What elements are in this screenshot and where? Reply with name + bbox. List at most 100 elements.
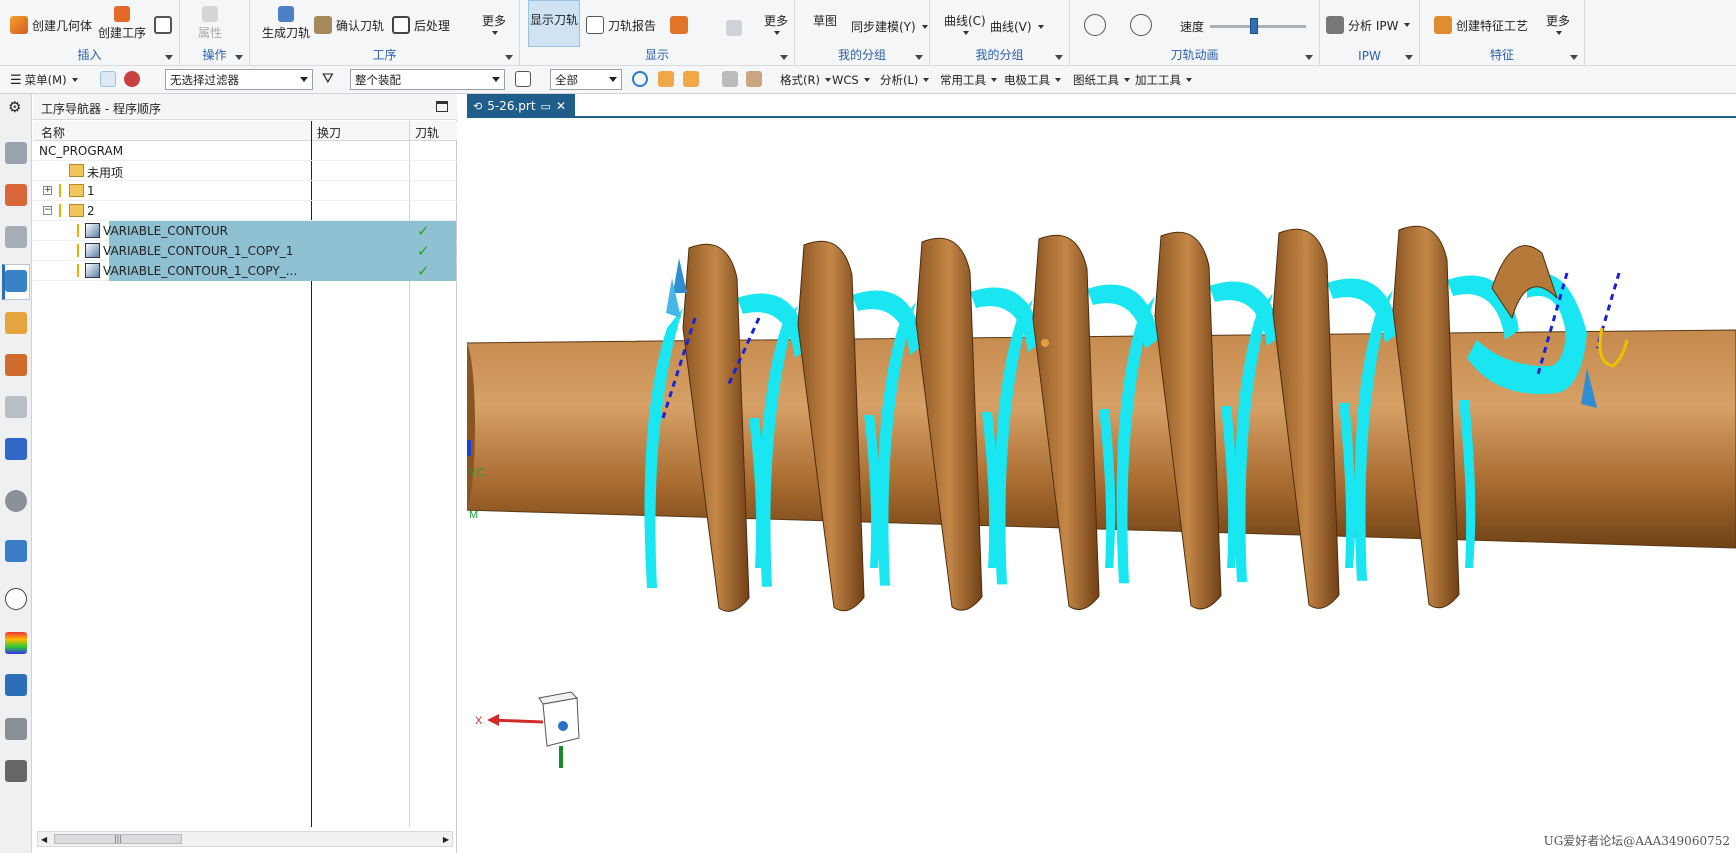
menu-6[interactable]: 加工工具 <box>1135 70 1192 90</box>
hd3d-icon[interactable] <box>5 396 27 418</box>
part-navigator-icon[interactable] <box>5 142 27 164</box>
sync-modeling-button[interactable]: 同步建模(Y) <box>851 18 928 35</box>
expand-icon[interactable]: + <box>43 186 52 195</box>
scroll-right-icon[interactable]: ▶ <box>443 835 449 844</box>
snap-end-icon[interactable] <box>658 71 674 87</box>
tool-icon[interactable] <box>670 16 688 34</box>
select-mode-icon[interactable] <box>100 71 116 87</box>
assembly-filter-select[interactable]: 整个装配 <box>350 69 505 90</box>
chevron-down-icon[interactable] <box>165 55 173 60</box>
horizontal-scrollbar[interactable]: ◀ ||| ▶ <box>37 831 453 847</box>
operation-navigator-icon[interactable] <box>5 270 27 292</box>
palette-icon[interactable] <box>5 632 27 654</box>
system-materials-icon[interactable] <box>5 540 27 562</box>
ribbon-group-procedure: 生成刀轨 确认刀轨 后处理 更多 工序 <box>250 0 520 66</box>
clock-icon[interactable] <box>5 588 27 610</box>
arrow-down-icon[interactable] <box>726 20 742 36</box>
chevron-down-icon[interactable] <box>235 55 243 60</box>
constraint-navigator-icon[interactable] <box>5 226 27 248</box>
program-group-icon <box>69 184 84 197</box>
chevron-down-icon[interactable] <box>1405 55 1413 60</box>
report-icon <box>586 16 604 34</box>
manufacturing-wizard-icon[interactable] <box>5 718 27 740</box>
procedure-more-button[interactable]: 更多 <box>482 12 506 35</box>
navigator-title: 工序导航器 - 程序顺序 <box>33 94 457 120</box>
tree-row[interactable]: +1 <box>33 181 457 201</box>
operation-row[interactable]: VARIABLE_CONTOUR_1_COPY_... ✓ <box>33 261 457 281</box>
generate-toolpath-button[interactable]: 生成刀轨 <box>262 6 310 41</box>
type-filter-select[interactable]: 无选择过滤器 <box>165 69 313 90</box>
column-toolpath[interactable]: 刀轨 <box>415 124 439 141</box>
display-more-button[interactable]: 更多 <box>764 12 788 35</box>
create-geometry-icon <box>10 16 28 34</box>
analyze-ipw-button[interactable]: 分析 IPW <box>1326 16 1411 34</box>
close-icon[interactable]: ✕ <box>556 99 566 113</box>
snap-mid-icon[interactable] <box>683 71 699 87</box>
tree-row[interactable]: 未用项 <box>33 161 457 181</box>
reuse-library-icon[interactable] <box>5 354 27 376</box>
menu-1[interactable]: WCS <box>832 70 870 90</box>
collapse-icon[interactable]: − <box>43 206 52 215</box>
maximize-icon[interactable] <box>436 101 448 112</box>
selection-settings-icon[interactable] <box>124 71 140 87</box>
speed-slider-track[interactable] <box>1210 18 1306 34</box>
gear-icon[interactable]: ⚙ <box>8 98 21 116</box>
chevron-down-icon[interactable] <box>780 55 788 60</box>
chevron-down-icon[interactable] <box>1305 55 1313 60</box>
properties-button[interactable]: 属性 <box>198 6 222 41</box>
create-geometry-button[interactable]: 创建几何体 <box>10 16 92 34</box>
sketch-button[interactable]: 草图 <box>813 12 837 29</box>
step-forward-icon[interactable] <box>1130 14 1152 36</box>
tree-row[interactable]: NC_PROGRAM <box>33 141 457 161</box>
menu-4[interactable]: 电极工具 <box>1004 70 1061 90</box>
chevron-down-icon <box>492 31 498 35</box>
column-tool-change[interactable]: 换刀 <box>317 124 341 141</box>
snap-point-icon[interactable] <box>632 71 648 87</box>
process-studio-icon[interactable] <box>5 674 27 696</box>
menu-5[interactable]: 图纸工具 <box>1073 70 1130 90</box>
feature-more-button[interactable]: 更多 <box>1546 12 1570 35</box>
verify-icon <box>314 16 332 34</box>
column-name[interactable]: 名称 <box>41 124 65 141</box>
menu-3[interactable]: 常用工具 <box>940 70 997 90</box>
create-feature-process-button[interactable]: 创建特征工艺 <box>1434 16 1528 34</box>
nx-cam-window: 创建几何体 创建工序 插入 属性 操作 生成刀轨 确认刀轨 后处理 更多 工序 … <box>0 0 1736 853</box>
operation-row[interactable]: VARIABLE_CONTOUR_1_COPY_1 ✓ <box>33 241 457 261</box>
operation-row[interactable]: VARIABLE_CONTOUR ✓ <box>33 221 457 241</box>
create-operation-button[interactable]: 创建工序 <box>98 6 146 41</box>
chevron-down-icon[interactable] <box>1570 55 1578 60</box>
menu-0[interactable]: 格式(R) <box>780 70 831 90</box>
speed-slider-thumb[interactable] <box>1250 18 1258 34</box>
document-tab[interactable]: ⟲ 5-26.prt ▭ ✕ <box>467 94 575 118</box>
scope-select[interactable]: 全部 <box>550 69 622 90</box>
web-browser-icon[interactable] <box>5 438 27 460</box>
graphics-window[interactable]: YC M X UG爱好者论坛@AAA349060752 <box>467 118 1736 853</box>
ribbon-group-animation: 速度 刀轨动画 <box>1070 0 1320 66</box>
machine-tool-icon[interactable] <box>5 312 27 334</box>
menu-button[interactable]: ☰ 菜单(M) <box>10 70 78 90</box>
view-cube-icon[interactable] <box>722 71 738 87</box>
create-operation-icon <box>114 6 130 22</box>
history-icon[interactable] <box>5 490 27 512</box>
program-icon[interactable] <box>154 16 172 34</box>
postprocess-button[interactable]: 后处理 <box>392 16 450 34</box>
curve-v-button[interactable]: 曲线(V) <box>990 18 1044 35</box>
scroll-left-icon[interactable]: ◀ <box>41 835 47 844</box>
chevron-down-icon[interactable] <box>1055 55 1063 60</box>
curve-c-button[interactable]: 曲线(C) <box>944 12 986 35</box>
toolpath-report-button[interactable]: 刀轨报告 <box>586 16 656 34</box>
filter-icon[interactable]: ⛛ <box>322 71 334 87</box>
role-icon[interactable] <box>5 760 27 782</box>
chevron-down-icon[interactable] <box>505 55 513 60</box>
verify-toolpath-button[interactable]: 确认刀轨 <box>314 16 384 34</box>
layer-icon[interactable] <box>515 71 531 87</box>
scrollbar-thumb[interactable]: ||| <box>54 834 182 844</box>
shaded-icon[interactable] <box>746 71 762 87</box>
chevron-down-icon <box>824 78 831 82</box>
menu-2[interactable]: 分析(L) <box>880 70 930 90</box>
display-toolpath-button[interactable]: 显示刀轨 <box>528 0 580 47</box>
tree-row[interactable]: −2 <box>33 201 457 221</box>
chevron-down-icon[interactable] <box>915 55 923 60</box>
step-back-icon[interactable] <box>1084 14 1106 36</box>
assembly-navigator-icon[interactable] <box>5 184 27 206</box>
